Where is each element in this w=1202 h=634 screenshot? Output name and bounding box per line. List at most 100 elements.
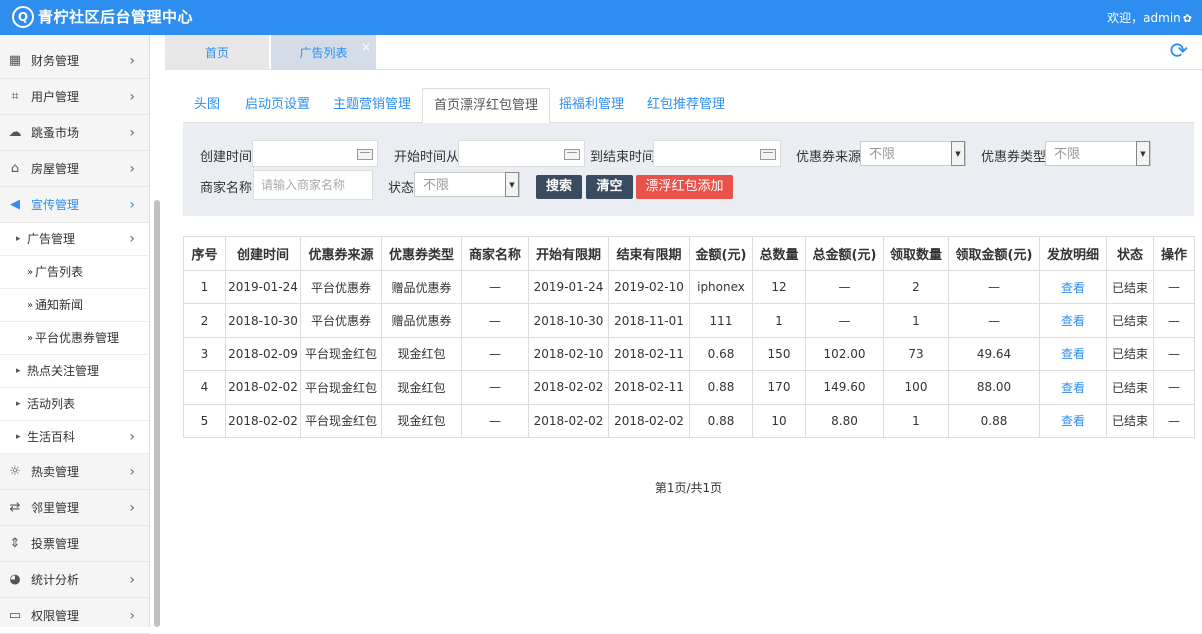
sidebar-leaf-news[interactable]: » 通知新闻 [0, 289, 149, 322]
sidebar-item-housing[interactable]: ⌂ 房屋管理 › [0, 151, 149, 187]
tab-ad-list[interactable]: 广告列表 × [271, 35, 376, 70]
table-cell: 平台优惠券 [300, 269, 382, 305]
table-cell: 已结束 [1106, 370, 1154, 405]
end-time-input[interactable] [653, 140, 781, 167]
add-floating-redpacket-button[interactable]: 漂浮红包添加 [636, 175, 733, 199]
sidebar-leaf-label: 广告列表 [35, 265, 84, 279]
table-cell: 平台现金红包 [300, 336, 382, 372]
sidebar-leaf-ad-list[interactable]: » 广告列表 [0, 256, 149, 289]
column-header: 结束有限期 [608, 236, 690, 271]
tab-label: 广告列表 [299, 46, 348, 60]
subnav-floating-redpacket[interactable]: 首页漂浮红包管理 [422, 88, 551, 124]
chevron-right-icon: › [129, 197, 135, 213]
data-table: 序号 创建时间 优惠券来源 优惠券类型 商家名称 开始有限期 结束有限期 金额(元) 总数量 总金… [183, 236, 1195, 438]
table-cell: — [461, 303, 529, 338]
tab-home[interactable]: 首页 [165, 35, 269, 70]
table-cell: 2 [183, 303, 226, 338]
status-select[interactable]: 不限 ▼ [414, 172, 520, 197]
sidebar-item-flea-market[interactable]: ☁ 跳蚤市场 › [0, 115, 149, 151]
sidebar-item-label: 投票管理 [31, 537, 80, 551]
table-cell: 111 [689, 303, 753, 338]
start-time-label: 开始时间从 [394, 150, 460, 165]
coupon-source-select[interactable]: 不限 ▼ [860, 141, 966, 166]
view-detail-link[interactable]: 查看 [1039, 269, 1107, 305]
created-time-input[interactable] [252, 140, 378, 167]
table-cell: 5 [183, 403, 226, 438]
search-button[interactable]: 搜索 [536, 175, 582, 199]
table-cell: 2018-02-02 [528, 403, 609, 438]
select-value: 不限 [869, 147, 896, 162]
sidebar-sub-ad-management[interactable]: ▸ 广告管理 › [0, 223, 149, 256]
column-header: 领取数量 [883, 236, 949, 271]
calendar-icon[interactable] [564, 149, 580, 160]
sidebar-item-users[interactable]: ⌗ 用户管理 › [0, 79, 149, 115]
table-cell: — [1153, 336, 1195, 372]
sidebar-leaf-coupons[interactable]: » 平台优惠券管理 [0, 322, 149, 355]
sidebar-item-hot-sales[interactable]: ☼ 热卖管理 › [0, 454, 149, 490]
view-detail-link[interactable]: 查看 [1039, 336, 1107, 372]
table-cell: 2018-02-11 [608, 336, 690, 372]
sun-icon: ☼ [9, 464, 21, 479]
column-header: 发放明细 [1039, 236, 1107, 271]
table-cell: 4 [183, 370, 226, 405]
table-cell: 170 [752, 370, 806, 405]
table-cell: 赠品优惠券 [381, 303, 462, 338]
subnav-redpacket-recommend[interactable]: 红包推荐管理 [647, 88, 725, 123]
table-cell: 1 [883, 403, 949, 438]
logo-icon: Q [12, 6, 34, 28]
sidebar-sub-activities[interactable]: ▸ 活动列表 [0, 388, 149, 421]
subnav-theme-marketing[interactable]: 主题营销管理 [333, 88, 411, 123]
refresh-icon[interactable]: ⟳ [1170, 39, 1188, 64]
dropdown-arrow-icon[interactable]: ▼ [1136, 141, 1150, 166]
merchant-name-input[interactable]: 请输入商家名称 [253, 170, 373, 200]
table-cell: 0.88 [689, 403, 753, 438]
view-detail-link[interactable]: 查看 [1039, 303, 1107, 338]
sidebar-item-permissions[interactable]: ▭ 权限管理 › [0, 598, 149, 634]
sidebar-item-promotion[interactable]: ◀ 宣传管理 › [0, 187, 149, 223]
table-cell: 现金红包 [381, 370, 462, 405]
cloud-icon: ☁ [8, 125, 22, 140]
table-cell: 1 [883, 303, 949, 338]
clear-button[interactable]: 清空 [586, 175, 633, 199]
dropdown-arrow-icon[interactable]: ▼ [505, 172, 519, 197]
volume-icon: ◀ [10, 197, 20, 212]
close-icon[interactable]: × [361, 29, 371, 66]
sidebar-scrollbar[interactable] [154, 200, 160, 627]
view-detail-link[interactable]: 查看 [1039, 370, 1107, 405]
column-header: 开始有限期 [528, 236, 609, 271]
calendar-icon[interactable] [760, 149, 776, 160]
table-cell: 73 [883, 336, 949, 372]
user-menu[interactable]: 欢迎，admin ✿ [1107, 9, 1192, 26]
gear-icon[interactable]: ✿ [1183, 12, 1192, 25]
coupon-type-label: 优惠券类型 [981, 150, 1047, 165]
table-cell: — [1153, 269, 1195, 305]
table-cell: — [948, 269, 1040, 305]
subnav-welfare[interactable]: 摇福利管理 [559, 88, 624, 123]
column-header: 状态 [1106, 236, 1154, 271]
sidebar-sub-hot-topics[interactable]: ▸ 热点关注管理 [0, 355, 149, 388]
table-row: 2 2018-10-30 平台优惠券 赠品优惠券 —2018-10-30 2018-11-… [183, 303, 1195, 338]
table-cell: 现金红包 [381, 403, 462, 438]
coupon-type-select[interactable]: 不限 ▼ [1045, 141, 1151, 166]
calendar-icon[interactable] [357, 149, 373, 160]
sidebar-item-statistics[interactable]: ◕ 统计分析 › [0, 562, 149, 598]
start-time-input[interactable] [458, 140, 585, 167]
sidebar-item-finance[interactable]: ▦ 财务管理 › [0, 43, 149, 79]
sidebar-sub-life-wiki[interactable]: ▸ 生活百科 › [0, 421, 149, 454]
sidebar-item-neighbors[interactable]: ⇄ 邻里管理 › [0, 490, 149, 526]
column-header: 创建时间 [225, 236, 301, 271]
caret-right-icon: ▸ [16, 432, 21, 442]
coupon-source-label: 优惠券来源 [796, 150, 862, 165]
sidebar-item-voting[interactable]: ⇕ 投票管理 [0, 526, 149, 562]
select-value: 不限 [423, 178, 450, 193]
dropdown-arrow-icon[interactable]: ▼ [951, 141, 965, 166]
table-cell: — [948, 303, 1040, 338]
subnav-banner[interactable]: 头图 [194, 88, 220, 123]
view-detail-link[interactable]: 查看 [1039, 403, 1107, 438]
subnav-launch-page[interactable]: 启动页设置 [245, 88, 310, 123]
column-header: 优惠券类型 [381, 236, 462, 271]
table-cell: 平台现金红包 [300, 370, 382, 405]
double-chevron-icon: » [27, 267, 34, 278]
column-header: 优惠券来源 [300, 236, 382, 271]
chevron-right-icon: › [129, 53, 135, 69]
